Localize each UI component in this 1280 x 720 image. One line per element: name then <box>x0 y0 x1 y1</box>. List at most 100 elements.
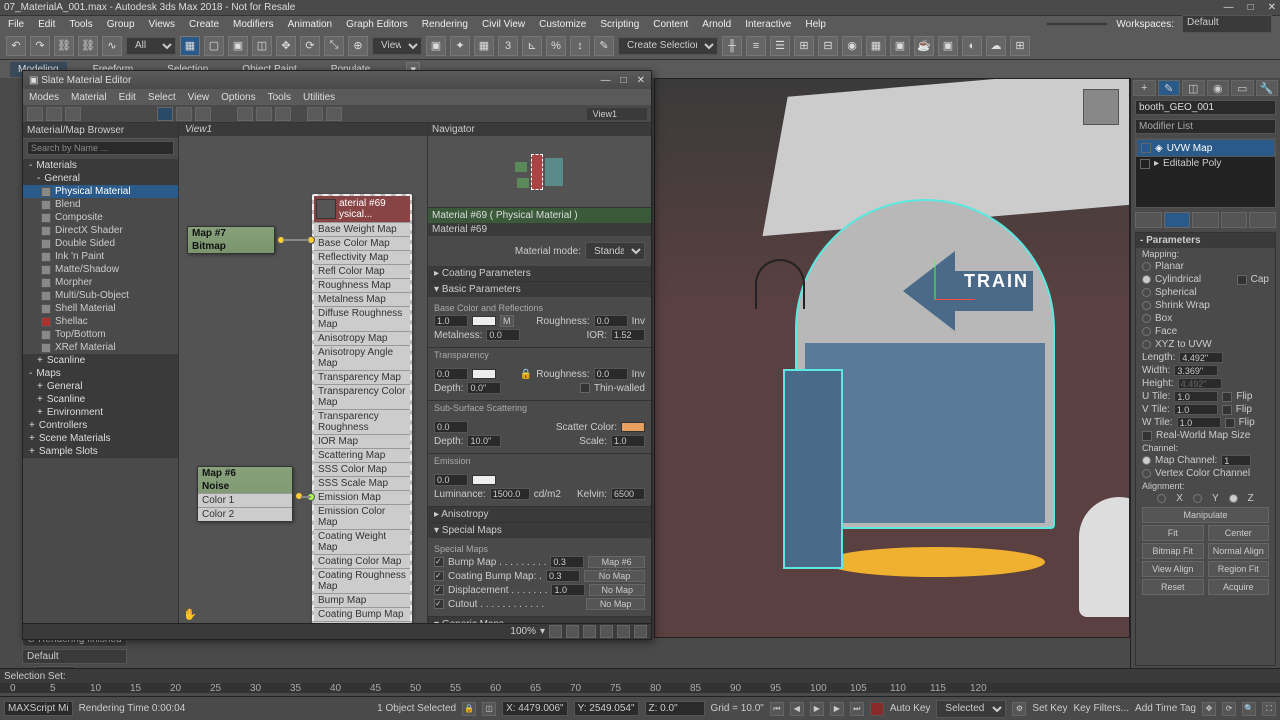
selset-dropdown[interactable]: Create Selection Se <box>618 37 718 55</box>
lock-selection-icon[interactable]: 🔒 <box>462 702 476 716</box>
center-button[interactable]: Center <box>1208 525 1270 541</box>
trans-depth-spinner[interactable]: 0.0" <box>467 382 501 394</box>
tree-composite[interactable]: Composite <box>23 211 178 224</box>
slate-minimize-icon[interactable]: — <box>601 75 611 86</box>
slate-menu-tools[interactable]: Tools <box>268 92 291 103</box>
tree-sampleslots[interactable]: + Sample Slots <box>23 445 178 458</box>
slot-ssscolor[interactable]: SSS Color Map <box>314 462 410 476</box>
slate-mateditor-icon[interactable] <box>237 107 253 121</box>
cmdtab-utilities-icon[interactable]: 🔧 <box>1256 80 1279 96</box>
slate-menu-material[interactable]: Material <box>71 92 107 103</box>
gizmo-x-axis[interactable] <box>935 299 975 300</box>
menu-rendering[interactable]: Rendering <box>422 19 468 30</box>
stack-remove-icon[interactable] <box>1221 212 1248 228</box>
slate-pick-icon[interactable] <box>27 107 43 121</box>
slate-render-icon[interactable] <box>275 107 291 121</box>
params-title[interactable]: - Parameters <box>1136 233 1275 248</box>
menu-edit[interactable]: Edit <box>38 19 55 30</box>
menu-file[interactable]: File <box>8 19 24 30</box>
sss-scale-spinner[interactable]: 1.0 <box>611 435 645 447</box>
menu-help[interactable]: Help <box>805 19 826 30</box>
base-color-mapbtn[interactable]: M <box>500 315 514 327</box>
disp-amount-spinner[interactable]: 1.0 <box>551 584 585 596</box>
stack-showend-icon[interactable] <box>1164 212 1191 228</box>
slot-coating-color[interactable]: Coating Color Map <box>314 554 410 568</box>
length-spinner[interactable]: 4.492" <box>1179 352 1223 363</box>
map-cylindrical[interactable]: CylindricalCap <box>1136 273 1275 286</box>
slate-assign-icon[interactable] <box>46 107 62 121</box>
coatbump-amount-spinner[interactable]: 0.3 <box>546 570 580 582</box>
map-face[interactable]: Face <box>1136 325 1275 338</box>
gizmo-y-axis[interactable] <box>935 260 936 300</box>
menu-scripting[interactable]: Scripting <box>600 19 639 30</box>
user-badge[interactable] <box>1046 22 1108 26</box>
disp-checkbox[interactable] <box>434 585 444 595</box>
tree-scanline1[interactable]: + Scanline <box>23 354 178 367</box>
slate-menu-utilities[interactable]: Utilities <box>303 92 335 103</box>
align-y-radio[interactable] <box>1193 494 1202 503</box>
setkey-label[interactable]: Set Key <box>1032 703 1067 714</box>
timeline-ruler[interactable]: 0510152025303540455055606570758085909510… <box>0 683 1280 693</box>
width-spinner[interactable]: 3.369" <box>1174 365 1218 376</box>
cap-checkbox[interactable] <box>1237 275 1247 285</box>
cmdtab-hierarchy-icon[interactable]: ◫ <box>1182 80 1205 96</box>
viewalign-button[interactable]: View Align <box>1142 561 1204 577</box>
menu-grapheditors[interactable]: Graph Editors <box>346 19 408 30</box>
browser-search-input[interactable]: Search by Name ... <box>27 141 174 155</box>
menu-views[interactable]: Views <box>149 19 176 30</box>
slate-previewopt-icon[interactable] <box>326 107 342 121</box>
spinner-snap-icon[interactable]: ↕ <box>570 36 590 56</box>
slot-coatingbump[interactable]: Coating Bump Map <box>314 607 410 621</box>
trans-color-swatch[interactable] <box>472 369 496 379</box>
goto-start-icon[interactable]: ⏮ <box>770 702 784 716</box>
uflip-checkbox[interactable] <box>1222 392 1232 402</box>
viewport-orbit-icon[interactable]: ⟳ <box>1222 702 1236 716</box>
slot-transparency[interactable]: Transparency Map <box>314 370 410 384</box>
scale-icon[interactable]: ⤡ <box>324 36 344 56</box>
tree-maps[interactable]: - Maps <box>23 367 178 380</box>
menu-tools[interactable]: Tools <box>69 19 92 30</box>
lock-icon[interactable]: 🔒 <box>520 369 532 380</box>
sss-weight-spinner[interactable]: 0.0 <box>434 421 468 433</box>
normalalign-button[interactable]: Normal Align <box>1208 543 1270 559</box>
trans-inv[interactable]: Inv <box>632 369 645 380</box>
slot-diffrough[interactable]: Diffuse Roughness Map <box>314 306 410 331</box>
menu-group[interactable]: Group <box>107 19 135 30</box>
bump-amount-spinner[interactable]: 0.3 <box>550 556 584 568</box>
manip-icon[interactable]: ✦ <box>450 36 470 56</box>
slot-coating-weight[interactable]: Coating Weight Map <box>314 529 410 554</box>
wflip-checkbox[interactable] <box>1225 418 1235 428</box>
rollout-basic[interactable]: ▾ Basic Parameters <box>428 282 651 297</box>
slot-transrough[interactable]: Transparency Roughness <box>314 409 410 434</box>
map-box[interactable]: Box <box>1136 312 1275 325</box>
layers-icon[interactable]: ☰ <box>770 36 790 56</box>
time-config-icon[interactable]: ⚙ <box>1012 702 1026 716</box>
nav-zoom-icon[interactable] <box>566 625 579 638</box>
key-selected-dropdown[interactable]: Selected <box>936 700 1006 718</box>
placement-icon[interactable]: ⊕ <box>348 36 368 56</box>
tree-maps-scanline[interactable]: + Scanline <box>23 393 178 406</box>
luminance-spinner[interactable]: 1500.0 <box>490 488 530 500</box>
slot-displacement[interactable]: Displacement Map <box>314 621 410 623</box>
slate-maximize-icon[interactable]: □ <box>621 75 627 86</box>
slot-base-color[interactable]: Base Color Map <box>314 236 410 250</box>
modifier-list-dropdown[interactable]: Modifier List <box>1135 119 1276 134</box>
iso-selection-icon[interactable]: ◫ <box>482 702 496 716</box>
menu-arnold[interactable]: Arnold <box>702 19 731 30</box>
stack-eye-icon2[interactable] <box>1140 159 1150 169</box>
param-scroll[interactable]: Material mode: Standard ▸ Coating Parame… <box>428 236 651 623</box>
filter-dropdown[interactable]: All <box>126 37 176 55</box>
menu-modifiers[interactable]: Modifiers <box>233 19 274 30</box>
scatter-color-swatch[interactable] <box>621 422 645 432</box>
map-shrinkwrap[interactable]: Shrink Wrap <box>1136 299 1275 312</box>
selset-edit-icon[interactable]: ✎ <box>594 36 614 56</box>
link-icon[interactable]: ⛓ <box>54 36 74 56</box>
cmdtab-create-icon[interactable]: + <box>1133 80 1156 96</box>
menu-interactive[interactable]: Interactive <box>745 19 791 30</box>
move-icon[interactable]: ✥ <box>276 36 296 56</box>
snap3d-icon[interactable]: 3 <box>498 36 518 56</box>
acquire-button[interactable]: Acquire <box>1208 579 1270 595</box>
trans-rough-spinner[interactable]: 0.0 <box>594 368 628 380</box>
roughness-spinner[interactable]: 0.0 <box>594 315 628 327</box>
redo-icon[interactable]: ↷ <box>30 36 50 56</box>
